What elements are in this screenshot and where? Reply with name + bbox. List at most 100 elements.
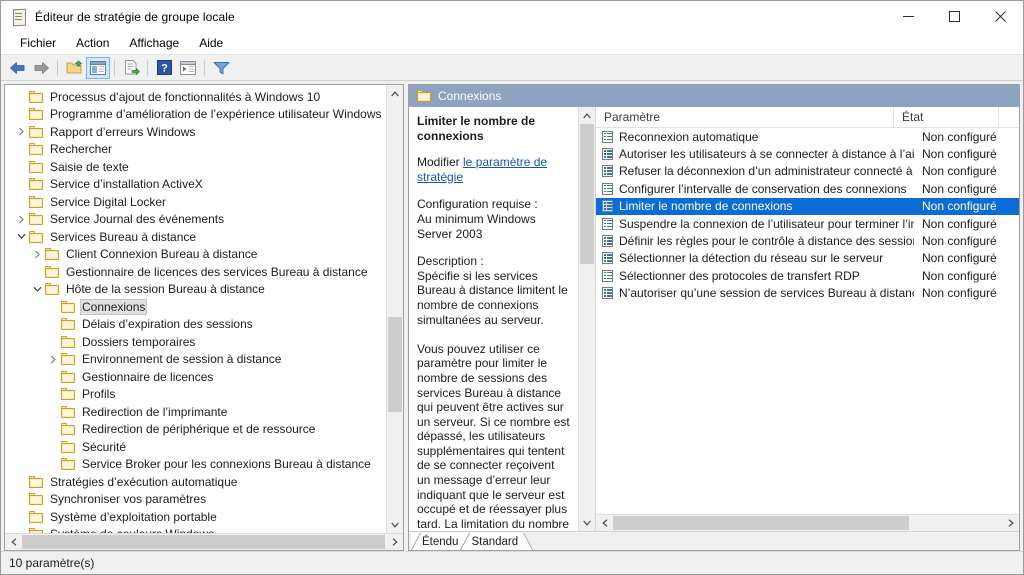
column-header-etat[interactable]: État	[894, 107, 999, 127]
tree-node[interactable]: Service Broker pour les connexions Burea…	[5, 456, 386, 474]
tree-node[interactable]: Profils	[5, 386, 386, 404]
scroll-left-icon[interactable]	[596, 515, 613, 531]
table-row[interactable]: Limiter le nombre de connexions Non confi…	[596, 197, 1019, 215]
description-title: Limiter le nombre de connexions	[417, 114, 536, 143]
scroll-up-icon[interactable]	[579, 107, 595, 124]
table-row[interactable]: Définir les règles pour le contrôle à di…	[596, 232, 1019, 249]
chevron-right-icon[interactable]	[45, 355, 61, 364]
policy-tree[interactable]: Processus d’ajout de fonctionnalités à W…	[5, 85, 386, 533]
folder-icon	[29, 510, 43, 523]
settings-pane: Connexions Limiter le nombre de connexio…	[408, 84, 1020, 551]
maximize-button[interactable]	[931, 1, 977, 32]
table-row[interactable]: Reconnexion automatique Non configuré	[596, 128, 1019, 145]
tree-node[interactable]: Système de couleurs Windows	[5, 526, 386, 533]
menu-item-action[interactable]: Action	[66, 34, 119, 52]
up-folder-icon[interactable]	[62, 57, 86, 79]
scroll-right-icon[interactable]	[1002, 515, 1019, 531]
list-hscroll-track[interactable]	[613, 515, 1002, 531]
description-vertical-scrollbar[interactable]	[578, 107, 595, 531]
list-hscroll-thumb[interactable]	[613, 516, 909, 530]
table-row[interactable]: Suspendre la connexion de l’utilisateur …	[596, 215, 1019, 232]
tree-node[interactable]: Synchroniser vos paramètres	[5, 491, 386, 509]
tree-node[interactable]: Système d’exploitation portable	[5, 508, 386, 526]
table-row[interactable]: Configurer l’intervalle de conservation …	[596, 180, 1019, 197]
table-row[interactable]: N’autoriser qu’une session de services B…	[596, 285, 1019, 302]
chevron-down-icon[interactable]	[29, 286, 45, 293]
close-button[interactable]	[977, 1, 1023, 32]
tree-node-label: Programme d’amélioration de l’expérience…	[50, 107, 382, 122]
tree-node[interactable]: Connexions	[5, 298, 386, 316]
scroll-up-icon[interactable]	[387, 85, 403, 102]
settings-list[interactable]: Reconnexion automatique Non configuré Auto…	[596, 128, 1019, 514]
tree-node-label: Système d’exploitation portable	[50, 509, 217, 524]
show-details-icon[interactable]	[176, 57, 200, 79]
minimize-button[interactable]	[885, 1, 931, 32]
scroll-down-icon[interactable]	[579, 514, 595, 531]
state-cell: Non configuré	[922, 129, 997, 144]
table-row[interactable]: Sélectionner des protocoles de transfert…	[596, 267, 1019, 284]
tree-node[interactable]: Service d’installation ActiveX	[5, 176, 386, 194]
back-icon[interactable]	[5, 57, 29, 79]
list-horizontal-scrollbar[interactable]	[596, 514, 1019, 531]
pane-tab-connexions[interactable]: Connexions	[409, 85, 572, 107]
export-list-icon[interactable]	[119, 57, 143, 79]
tree-node[interactable]: Gestionnaire de licences des services Bu…	[5, 263, 386, 281]
tree-node[interactable]: Sécurité	[5, 438, 386, 456]
tree-node[interactable]: Saisie de texte	[5, 158, 386, 176]
setting-name: Suspendre la connexion de l’utilisateur …	[619, 216, 914, 231]
tree-node[interactable]: Gestionnaire de licences	[5, 368, 386, 386]
tree-node[interactable]: Redirection de l’imprimante	[5, 403, 386, 421]
menu-item-affichage[interactable]: Affichage	[119, 34, 189, 52]
description-scroll-thumb[interactable]	[580, 124, 594, 265]
setting-cell: Reconnexion automatique	[596, 130, 914, 144]
chevron-down-icon[interactable]	[13, 233, 29, 240]
scroll-down-icon[interactable]	[387, 516, 403, 533]
tree-hscroll-track[interactable]	[22, 534, 386, 550]
tree-node-label: Service Broker pour les connexions Burea…	[82, 457, 371, 472]
tree-node[interactable]: Service Digital Locker	[5, 193, 386, 211]
tree-node[interactable]: Redirection de périphérique et de ressou…	[5, 421, 386, 439]
tree-node[interactable]: Service Journal des événements	[5, 211, 386, 229]
table-row[interactable]: Autoriser les utilisateurs à se connecte…	[596, 145, 1019, 162]
tree-node[interactable]: Rechercher	[5, 141, 386, 159]
show-hide-tree-icon[interactable]	[86, 56, 110, 79]
folder-icon	[29, 108, 43, 121]
tree-vertical-scrollbar[interactable]	[386, 85, 403, 533]
chevron-right-icon[interactable]	[13, 127, 29, 136]
description-scroll-track[interactable]	[579, 124, 595, 514]
tree-hscroll-thumb[interactable]	[22, 535, 385, 549]
tree-node[interactable]: Environnement de session à distance	[5, 351, 386, 369]
scroll-left-icon[interactable]	[5, 534, 22, 550]
chevron-right-icon[interactable]	[29, 250, 45, 259]
tree-node[interactable]: Processus d’ajout de fonctionnalités à W…	[5, 88, 386, 106]
tree-node[interactable]: Programme d’amélioration de l’expérience…	[5, 106, 386, 124]
menu-item-fichier[interactable]: Fichier	[10, 34, 66, 52]
state-cell: Non configuré	[922, 216, 997, 231]
help-icon[interactable]: ?	[152, 57, 176, 79]
tree-node-label: Environnement de session à distance	[82, 352, 282, 367]
tree-node[interactable]: Stratégies d’exécution automatique	[5, 473, 386, 491]
column-header-parametre[interactable]: Paramètre	[596, 107, 894, 127]
folder-icon	[29, 143, 43, 156]
forward-icon[interactable]	[29, 57, 53, 79]
tree-scroll-thumb[interactable]	[388, 317, 402, 413]
table-row[interactable]: Sélectionner la détection du réseau sur …	[596, 250, 1019, 267]
tree-horizontal-scrollbar[interactable]	[5, 533, 403, 550]
tree-node[interactable]: Client Connexion Bureau à distance	[5, 246, 386, 264]
tree-scroll-track[interactable]	[387, 102, 403, 516]
scroll-right-icon[interactable]	[386, 534, 403, 550]
filter-icon[interactable]	[209, 57, 233, 79]
tree-node-label: Profils	[82, 387, 116, 402]
table-row[interactable]: Refuser la déconnexion d’un administrate…	[596, 163, 1019, 180]
tab-etendu[interactable]: Étendu	[411, 533, 474, 550]
tab-standard[interactable]: Standard	[460, 533, 534, 550]
description-paragraph-1: Spécifie si les services Bureau à distan…	[417, 268, 568, 327]
tree-node[interactable]: Hôte de la session Bureau à distance	[5, 281, 386, 299]
folder-icon	[29, 160, 43, 173]
tree-node[interactable]: Rapport d’erreurs Windows	[5, 123, 386, 141]
menu-item-aide[interactable]: Aide	[189, 34, 233, 52]
chevron-right-icon[interactable]	[13, 215, 29, 224]
tree-node[interactable]: Dossiers temporaires	[5, 333, 386, 351]
tree-node[interactable]: Services Bureau à distance	[5, 228, 386, 246]
tree-node[interactable]: Délais d’expiration des sessions	[5, 316, 386, 334]
